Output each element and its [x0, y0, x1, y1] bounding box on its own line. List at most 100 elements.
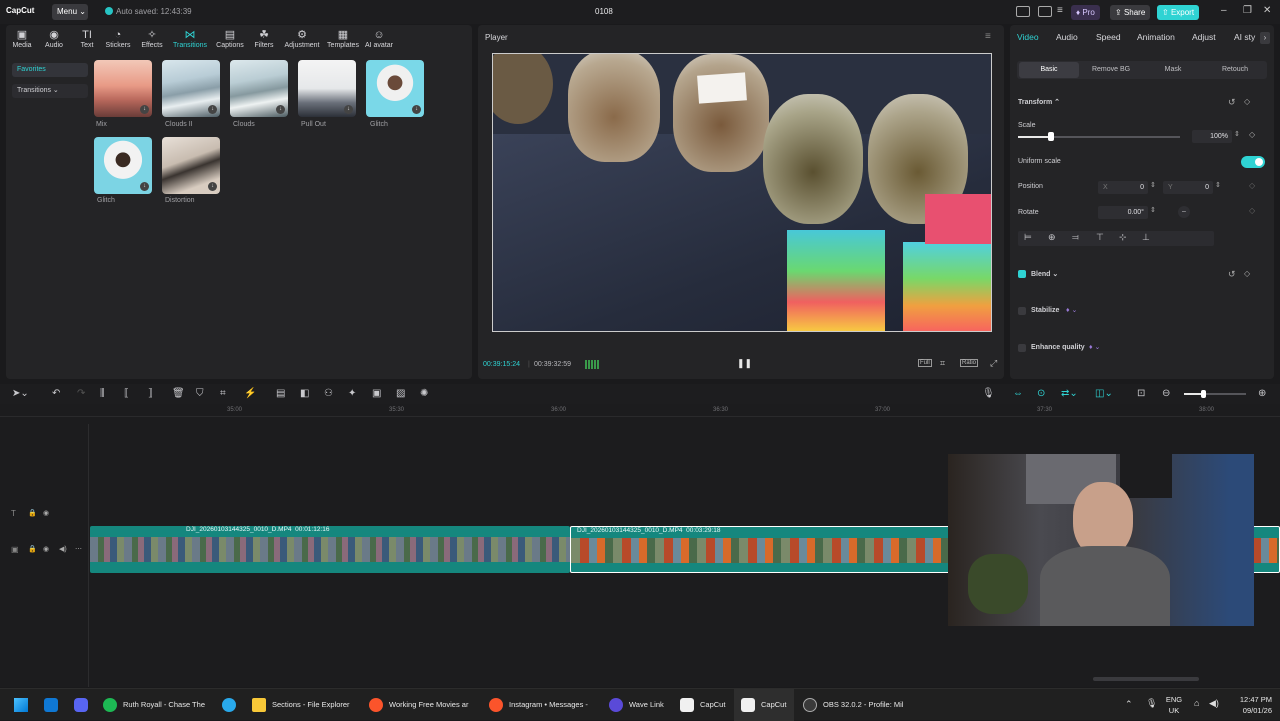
tab-ai-style[interactable]: AI sty [1234, 32, 1255, 42]
sidebar-item-favorites[interactable]: Favorites [12, 63, 88, 77]
align-top-icon[interactable]: ⊤ [1096, 232, 1104, 243]
trim-left-icon[interactable]: ⟦ [124, 388, 129, 399]
scale-slider-handle[interactable] [1048, 132, 1054, 141]
rotate-stepper-icon[interactable]: ⇕ [1150, 206, 1156, 214]
taskbar-app-browser-2[interactable]: Instagram • Messages - [489, 689, 588, 721]
settings-icon[interactable]: ≡ [1057, 5, 1063, 16]
taskbar-app-capcut-1[interactable]: CapCut [680, 689, 725, 721]
caption-tool-icon[interactable]: ▣ [372, 388, 381, 399]
transition-thumb-distortion[interactable]: ↓ [162, 137, 220, 194]
outlook-icon[interactable] [44, 698, 58, 712]
position-y-field[interactable]: Y0 [1163, 181, 1213, 194]
reset-icon[interactable]: ↺ [1228, 97, 1236, 108]
scale-stepper-icon[interactable]: ⇕ [1234, 130, 1240, 138]
position-x-field[interactable]: X0 [1098, 181, 1148, 194]
tab-animation[interactable]: Animation [1137, 32, 1175, 42]
zoom-slider-handle[interactable] [1201, 390, 1206, 398]
lock-icon[interactable]: 🔒 [28, 545, 37, 553]
maximize-icon[interactable]: ❐ [1243, 5, 1252, 16]
redo-icon[interactable]: ↷ [77, 388, 85, 399]
download-icon[interactable]: ↓ [140, 105, 149, 114]
tab-filters[interactable]: ☘ Filters [250, 28, 278, 49]
transition-thumb-clouds[interactable]: ↓ [230, 60, 288, 117]
download-icon[interactable]: ↓ [344, 105, 353, 114]
tab-audio-props[interactable]: Audio [1056, 32, 1078, 42]
menu-button[interactable]: Menu ⌄ [52, 4, 88, 20]
share-button[interactable]: ⇪ Share [1110, 5, 1151, 20]
freeze-icon[interactable]: ▤ [276, 388, 285, 399]
timeline-scrollbar[interactable] [1093, 677, 1199, 681]
align-center-icon[interactable]: ⊕ [1048, 232, 1056, 243]
stabilize-checkbox[interactable] [1018, 307, 1026, 315]
rotate-keyframe-icon[interactable]: ◇ [1249, 206, 1255, 215]
tab-audio[interactable]: ◉ Audio [41, 28, 67, 49]
position-y-stepper-icon[interactable]: ⇕ [1215, 181, 1221, 189]
trim-right-icon[interactable]: ⟧ [148, 388, 153, 399]
microphone-tray-icon[interactable]: 🎙 [1146, 698, 1157, 709]
crop-tool-icon[interactable]: ⌗ [220, 388, 226, 399]
snap-icon[interactable]: ⇄⌄ [1061, 388, 1078, 399]
tab-effects[interactable]: ✧ Effects [139, 28, 165, 49]
sidebar-item-transitions[interactable]: Transitions ⌄ [12, 84, 88, 98]
download-icon[interactable]: ↓ [412, 105, 421, 114]
blend-reset-icon[interactable]: ↺ [1228, 269, 1236, 280]
export-button[interactable]: ⇧ Export [1157, 5, 1200, 20]
tab-captions[interactable]: ▤ Captions [212, 28, 248, 49]
speaker-icon[interactable]: ◀) [59, 545, 67, 553]
layout-icon[interactable] [1016, 6, 1030, 17]
transition-thumb-glitch-2[interactable]: ↓ [94, 137, 152, 194]
shield-icon[interactable]: ⛉ [196, 388, 204, 399]
speed-icon[interactable]: ⚡ [244, 388, 256, 399]
pro-button[interactable]: ♦ Pro [1071, 5, 1100, 20]
position-x-stepper-icon[interactable]: ⇕ [1150, 181, 1156, 189]
video-preview[interactable] [492, 53, 992, 332]
blend-heading[interactable]: Blend ⌄ [1031, 270, 1058, 278]
ratio-button[interactable]: Ratio [960, 359, 979, 367]
align-middle-icon[interactable]: ⊹ [1119, 232, 1127, 243]
pause-icon[interactable]: ❚❚ [737, 358, 752, 369]
telegram-icon[interactable] [222, 698, 236, 712]
download-icon[interactable]: ↓ [208, 182, 217, 191]
remove-bg-icon[interactable]: ⚇ [324, 388, 333, 399]
download-icon[interactable]: ↓ [276, 105, 285, 114]
taskbar-app-obs[interactable]: OBS 32.0.2 - Profile: Mil [803, 689, 903, 721]
subtab-remove-bg[interactable]: Remove BG [1081, 62, 1141, 78]
keyframe-icon[interactable]: ◇ [1244, 97, 1250, 106]
align-left-icon[interactable]: ⊨ [1024, 232, 1032, 243]
fullscreen-icon[interactable]: ⤢ [990, 358, 997, 369]
preview-axis-icon[interactable]: ◫⌄ [1095, 388, 1113, 399]
zoom-out-icon[interactable]: ⊖ [1162, 388, 1170, 399]
volume-icon[interactable]: ◀) [1209, 698, 1219, 709]
stabilize-heading[interactable]: Stabilize [1031, 307, 1059, 314]
tab-stickers[interactable]: ◔ Stickers [104, 28, 132, 49]
tab-templates[interactable]: ▦ Templates [324, 28, 362, 49]
microphone-icon[interactable]: 🎙 [982, 388, 995, 399]
transition-thumb-pull-out[interactable]: ↓ [298, 60, 356, 117]
subtab-basic[interactable]: Basic [1019, 62, 1079, 78]
taskbar-app-browser-1[interactable]: Working Free Movies ar [369, 689, 468, 721]
link-icon[interactable]: ⇔ [1013, 388, 1023, 399]
eye-icon[interactable]: ◉ [43, 545, 49, 553]
taskbar-app-capcut-2[interactable]: CapCut [741, 689, 786, 721]
scale-value[interactable]: 100% [1192, 130, 1232, 143]
subtab-mask[interactable]: Mask [1143, 62, 1203, 78]
transform-heading[interactable]: Transform ⌃ [1018, 98, 1060, 106]
lock-icon[interactable]: 🔒 [28, 509, 37, 517]
transition-thumb-glitch[interactable]: ↓ [366, 60, 424, 117]
eye-icon[interactable]: ◉ [43, 509, 49, 517]
tab-media[interactable]: ▣ Media [10, 28, 34, 49]
download-icon[interactable]: ↓ [140, 182, 149, 191]
enhance-checkbox[interactable] [1018, 344, 1026, 352]
more-icon[interactable]: ⋯ [75, 545, 82, 553]
discord-icon[interactable] [74, 698, 88, 712]
scale-keyframe-icon[interactable]: ◇ [1249, 130, 1255, 139]
ai-tool-icon[interactable]: ✺ [420, 388, 428, 399]
tab-ai-avatar[interactable]: ☺ AI avatar [362, 28, 396, 49]
position-keyframe-icon[interactable]: ◇ [1249, 181, 1255, 190]
clock[interactable]: 12:47 PM 09/01/26 [1228, 694, 1272, 716]
download-icon[interactable]: ↓ [208, 105, 217, 114]
blend-checkbox[interactable] [1018, 270, 1026, 278]
tab-text[interactable]: TI Text [76, 28, 98, 49]
subtab-retouch[interactable]: Retouch [1205, 62, 1265, 78]
transition-thumb-mix[interactable]: ↓ [94, 60, 152, 117]
